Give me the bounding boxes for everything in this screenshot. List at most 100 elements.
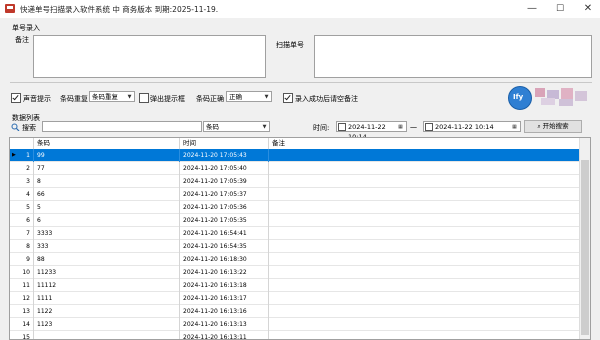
cell-time[interactable]: 2024-11-20 17:05:40 [180, 162, 269, 175]
row-number[interactable]: 2 [10, 162, 34, 175]
cell-note[interactable] [269, 240, 581, 253]
cell-time[interactable]: 2024-11-20 17:05:35 [180, 214, 269, 227]
row-number[interactable]: 4 [10, 188, 34, 201]
cell-time[interactable]: 2024-11-20 17:05:36 [180, 201, 269, 214]
popup-checkbox[interactable] [139, 93, 149, 103]
to-date-checkbox[interactable] [425, 123, 433, 131]
cell-note[interactable] [269, 253, 581, 266]
calendar-icon[interactable]: ▦ [510, 123, 519, 131]
maximize-button[interactable]: ☐ [546, 0, 574, 18]
row-number[interactable]: 7 [10, 227, 34, 240]
table-row[interactable]: 4 66 2024-11-20 17:05:37 [10, 188, 581, 201]
cell-note[interactable] [269, 201, 581, 214]
cell-code[interactable]: 8 [34, 175, 180, 188]
cell-code[interactable]: 6 [34, 214, 180, 227]
cell-note[interactable] [269, 292, 581, 305]
row-number[interactable]: 5 [10, 201, 34, 214]
table-row[interactable]: 1 99 2024-11-20 17:05:43 ▶ [10, 149, 581, 162]
cell-time[interactable]: 2024-11-20 17:05:37 [180, 188, 269, 201]
correct-select[interactable]: 正确 ▼ [226, 91, 272, 102]
cell-code[interactable]: 11112 [34, 279, 180, 292]
chevron-down-icon: ▼ [127, 94, 132, 100]
cell-code[interactable]: 66 [34, 188, 180, 201]
minimize-button[interactable]: — [518, 0, 546, 18]
search-input[interactable] [42, 121, 202, 132]
row-number[interactable]: 3 [10, 175, 34, 188]
row-number[interactable]: 9 [10, 253, 34, 266]
cell-time[interactable]: 2024-11-20 17:05:39 [180, 175, 269, 188]
start-search-button[interactable]: ⌕ 开始搜索 [524, 120, 582, 133]
cell-note[interactable] [269, 279, 581, 292]
cell-time[interactable]: 2024-11-20 16:54:35 [180, 240, 269, 253]
row-number[interactable]: 12 [10, 292, 34, 305]
table-row[interactable]: 14 1123 2024-11-20 16:13:13 [10, 318, 581, 331]
table-row[interactable]: 2 77 2024-11-20 17:05:40 [10, 162, 581, 175]
cell-note[interactable] [269, 227, 581, 240]
row-number[interactable]: 10 [10, 266, 34, 279]
cell-code[interactable]: 77 [34, 162, 180, 175]
cell-note[interactable] [269, 266, 581, 279]
cell-note[interactable] [269, 331, 581, 339]
cell-code[interactable]: 3333 [34, 227, 180, 240]
cell-time[interactable]: 2024-11-20 17:05:43 [180, 149, 269, 162]
table-row[interactable]: 12 1111 2024-11-20 16:13:17 [10, 292, 581, 305]
cell-time[interactable]: 2024-11-20 16:54:41 [180, 227, 269, 240]
cell-note[interactable] [269, 305, 581, 318]
cell-time[interactable]: 2024-11-20 16:18:30 [180, 253, 269, 266]
table-row[interactable]: 15 2024-11-20 16:13:11 [10, 331, 581, 339]
close-button[interactable]: ✕ [574, 0, 600, 18]
cell-time[interactable]: 2024-11-20 16:13:13 [180, 318, 269, 331]
row-number[interactable]: 14 [10, 318, 34, 331]
cell-time[interactable]: 2024-11-20 16:13:22 [180, 266, 269, 279]
field-select[interactable]: 条码 ▼ [203, 121, 270, 132]
table-row[interactable]: 13 1122 2024-11-20 16:13:16 [10, 305, 581, 318]
sound-checkbox[interactable] [11, 93, 21, 103]
cell-note[interactable] [269, 162, 581, 175]
table-row[interactable]: 3 8 2024-11-20 17:05:39 [10, 175, 581, 188]
cell-note[interactable] [269, 318, 581, 331]
from-date-checkbox[interactable] [338, 123, 346, 131]
remark-textarea[interactable] [33, 35, 266, 78]
data-grid[interactable]: 条码 时间 备注 1 99 2024-11-20 17:05:43 ▶ 2 77 2024-… [9, 137, 591, 340]
calendar-icon[interactable]: ▦ [396, 123, 405, 131]
cell-time[interactable]: 2024-11-20 16:13:16 [180, 305, 269, 318]
table-row[interactable]: 11 11112 2024-11-20 16:13:18 [10, 279, 581, 292]
to-date-picker[interactable]: 2024-11-22 10:14 ▦ [423, 121, 521, 132]
cell-code[interactable]: 1111 [34, 292, 180, 305]
table-row[interactable]: 5 5 2024-11-20 17:05:36 [10, 201, 581, 214]
cell-note[interactable] [269, 214, 581, 227]
row-number[interactable]: 15 [10, 331, 34, 339]
cell-time[interactable]: 2024-11-20 16:13:11 [180, 331, 269, 339]
row-number[interactable]: 13 [10, 305, 34, 318]
clear-checkbox[interactable] [283, 93, 293, 103]
cell-note[interactable] [269, 149, 581, 162]
table-row[interactable]: 7 3333 2024-11-20 16:54:41 [10, 227, 581, 240]
from-date-picker[interactable]: 2024-11-22 10:14 ▦ [336, 121, 407, 141]
table-row[interactable]: 9 88 2024-11-20 16:18:30 [10, 253, 581, 266]
row-number[interactable]: 8 [10, 240, 34, 253]
cell-code[interactable]: 99 [34, 149, 180, 162]
scan-textarea[interactable] [314, 35, 592, 78]
vertical-scrollbar[interactable] [579, 138, 590, 339]
cell-code[interactable]: 1122 [34, 305, 180, 318]
column-header-note[interactable]: 备注 [269, 138, 581, 149]
cell-code[interactable]: 333 [34, 240, 180, 253]
table-row[interactable]: 10 11233 2024-11-20 16:13:22 [10, 266, 581, 279]
cell-time[interactable]: 2024-11-20 16:13:17 [180, 292, 269, 305]
cell-code[interactable]: 88 [34, 253, 180, 266]
cell-note[interactable] [269, 175, 581, 188]
table-row[interactable]: 6 6 2024-11-20 17:05:35 [10, 214, 581, 227]
scrollbar-thumb[interactable] [581, 160, 589, 335]
row-number[interactable]: 11 [10, 279, 34, 292]
table-row[interactable]: 8 333 2024-11-20 16:54:35 [10, 240, 581, 253]
dup-select[interactable]: 条码重复 ▼ [89, 91, 135, 102]
row-number[interactable]: 6 [10, 214, 34, 227]
cell-note[interactable] [269, 188, 581, 201]
cell-code[interactable]: 1123 [34, 318, 180, 331]
cell-code[interactable] [34, 331, 180, 339]
column-header-time[interactable]: 时间 [180, 138, 269, 149]
cell-code[interactable]: 11233 [34, 266, 180, 279]
cell-code[interactable]: 5 [34, 201, 180, 214]
column-header-code[interactable]: 条码 [34, 138, 180, 149]
cell-time[interactable]: 2024-11-20 16:13:18 [180, 279, 269, 292]
